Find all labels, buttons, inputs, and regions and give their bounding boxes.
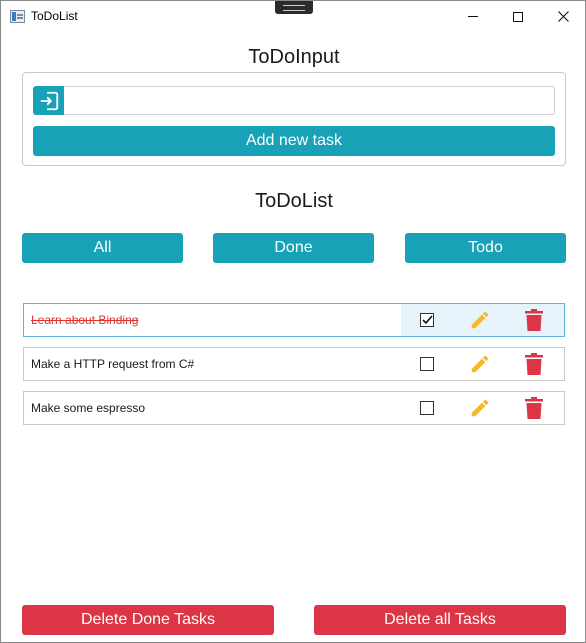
close-icon bbox=[557, 11, 569, 22]
task-row[interactable]: Learn about Binding bbox=[23, 303, 565, 337]
checkmark-icon bbox=[421, 315, 433, 325]
task-actions bbox=[401, 392, 564, 424]
input-icon-button[interactable] bbox=[33, 86, 64, 115]
filter-all-button[interactable]: All bbox=[22, 233, 183, 263]
trash-icon[interactable] bbox=[525, 353, 543, 375]
pencil-icon[interactable] bbox=[469, 353, 491, 375]
drag-grip-icon[interactable] bbox=[275, 1, 313, 14]
minimize-button[interactable] bbox=[450, 1, 496, 32]
add-task-button[interactable]: Add new task bbox=[33, 126, 555, 156]
task-text: Make a HTTP request from C# bbox=[31, 357, 195, 371]
task-actions bbox=[401, 304, 564, 336]
todo-list-heading: ToDoList bbox=[255, 190, 333, 212]
task-done-checkbox[interactable] bbox=[420, 313, 434, 327]
task-done-checkbox[interactable] bbox=[420, 401, 434, 415]
task-row[interactable]: Make a HTTP request from C# bbox=[23, 347, 565, 381]
pencil-icon[interactable] bbox=[469, 309, 491, 331]
trash-icon[interactable] bbox=[525, 309, 543, 331]
app-window: ToDoList ToDoInput Add new task ToDoList… bbox=[0, 0, 586, 643]
filter-done-button[interactable]: Done bbox=[213, 233, 374, 263]
task-text: Learn about Binding bbox=[31, 313, 139, 327]
delete-done-tasks-button[interactable]: Delete Done Tasks bbox=[22, 605, 274, 635]
close-button[interactable] bbox=[540, 1, 586, 32]
task-text: Make some espresso bbox=[31, 401, 146, 415]
task-done-checkbox[interactable] bbox=[420, 357, 434, 371]
minimize-icon bbox=[468, 16, 478, 17]
title-bar[interactable]: ToDoList bbox=[1, 1, 585, 32]
task-actions bbox=[401, 348, 564, 380]
new-task-input[interactable] bbox=[64, 86, 555, 115]
pencil-icon[interactable] bbox=[469, 397, 491, 419]
filter-todo-button[interactable]: Todo bbox=[405, 233, 566, 263]
login-enter-icon bbox=[40, 91, 58, 110]
app-window-icon bbox=[10, 10, 25, 23]
task-row[interactable]: Make some espresso bbox=[23, 391, 565, 425]
trash-icon[interactable] bbox=[525, 397, 543, 419]
maximize-button[interactable] bbox=[495, 1, 541, 32]
window-title: ToDoList bbox=[31, 9, 78, 23]
delete-all-tasks-button[interactable]: Delete all Tasks bbox=[314, 605, 566, 635]
maximize-icon bbox=[513, 11, 523, 22]
todo-input-heading: ToDoInput bbox=[248, 46, 340, 68]
